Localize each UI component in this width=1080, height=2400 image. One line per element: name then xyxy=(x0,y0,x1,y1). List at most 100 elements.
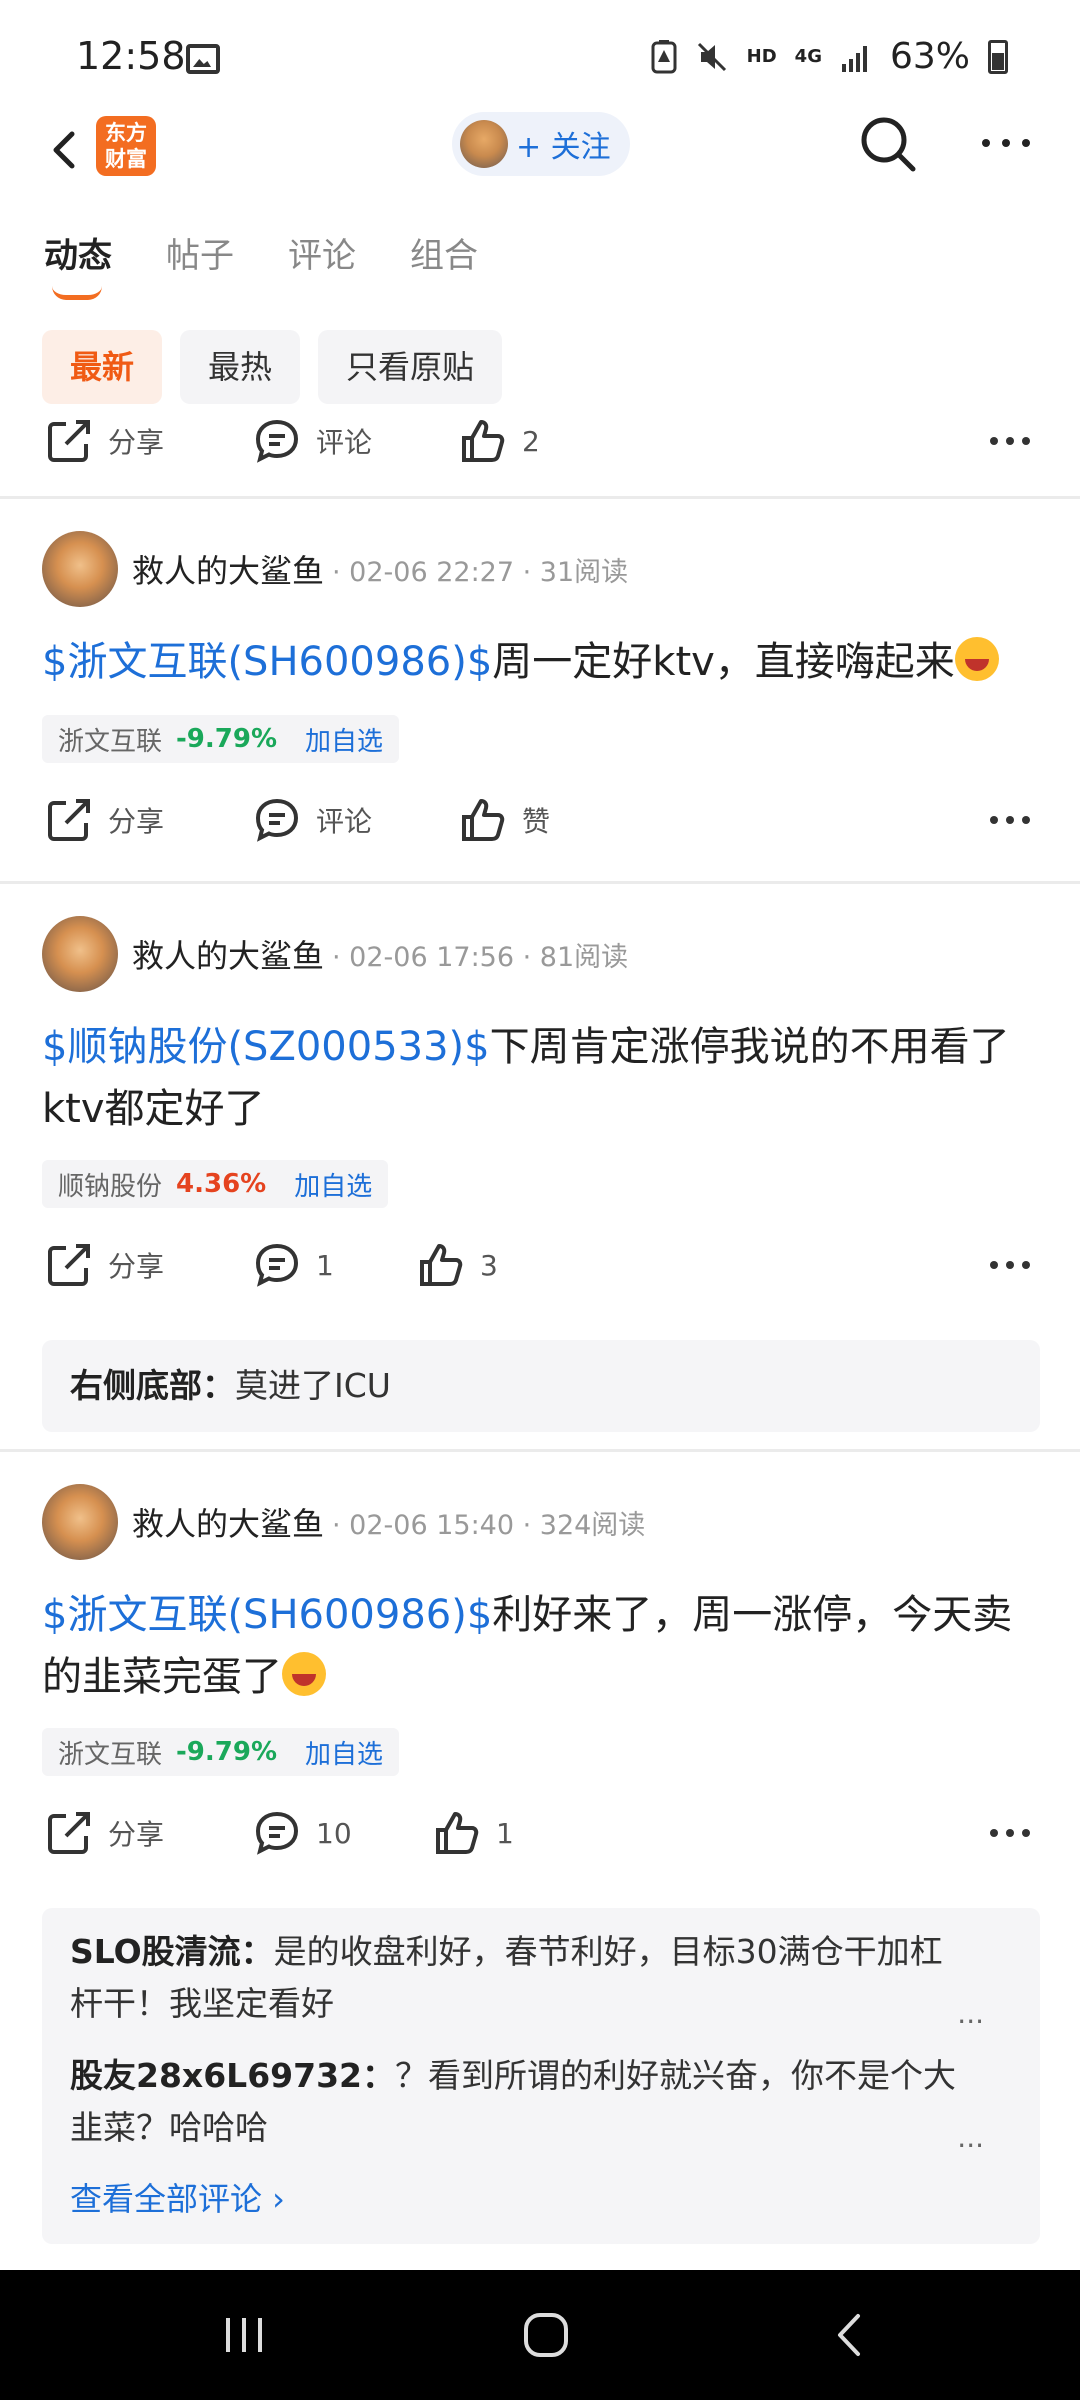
profile-tabs: 动态 帖子 评论 组合 xyxy=(44,228,478,277)
tab-posts[interactable]: 帖子 xyxy=(166,228,234,277)
stock-tag-change: 4.36% xyxy=(176,1169,267,1199)
filter-original-only[interactable]: 只看原贴 xyxy=(318,330,503,404)
app-header: 东方财富 + 关注 xyxy=(0,100,1080,200)
post-text: $浙文互联(SH600986)$利好来了，周一涨停，今天卖的韭菜完蛋了 xyxy=(42,1584,1042,1708)
app-logo: 东方财富 xyxy=(96,116,156,176)
share-button[interactable]: 分享 xyxy=(44,1240,164,1290)
tab-portfolio[interactable]: 组合 xyxy=(410,228,478,277)
share-label: 分享 xyxy=(108,1250,165,1283)
share-button[interactable]: 分享 xyxy=(44,795,164,845)
stock-tag-name: 浙文互联 xyxy=(58,726,163,757)
back-nav-icon[interactable] xyxy=(820,2308,880,2362)
post-text: $浙文互联(SH600986)$周一定好ktv，直接嗨起来 xyxy=(42,631,1042,693)
post-author-row: 救人的大鲨鱼 · 02-06 22:27 · 31阅读 xyxy=(42,531,628,607)
laughing-emoji-icon xyxy=(282,1652,326,1696)
author-name[interactable]: 救人的大鲨鱼 xyxy=(132,1499,324,1545)
author-avatar[interactable] xyxy=(42,916,118,992)
more-options-icon[interactable] xyxy=(976,128,1036,158)
post-body: 周一定好ktv，直接嗨起来 xyxy=(492,639,955,685)
post-author-row: 救人的大鲨鱼 · 02-06 15:40 · 324阅读 xyxy=(42,1484,645,1560)
filter-latest[interactable]: 最新 xyxy=(42,330,163,404)
expand-comment-icon[interactable]: ... xyxy=(957,2112,984,2164)
like-button[interactable]: 1 xyxy=(432,1808,514,1858)
more-icon[interactable] xyxy=(988,813,1032,827)
battery-icon xyxy=(988,39,1008,74)
stock-tag[interactable]: 浙文互联 -9.79% 加自选 xyxy=(42,1728,400,1776)
share-button[interactable]: 分享 xyxy=(44,1808,164,1858)
stock-link[interactable]: $顺钠股份(SZ000533)$ xyxy=(42,1024,490,1070)
stock-link[interactable]: $浙文互联(SH600986)$ xyxy=(42,1592,492,1638)
recent-apps-icon[interactable] xyxy=(214,2308,274,2362)
stock-tag-change: -9.79% xyxy=(176,724,278,754)
comment-button[interactable]: 10 xyxy=(252,1808,352,1858)
share-label: 分享 xyxy=(108,1818,165,1851)
search-icon[interactable] xyxy=(858,114,918,174)
like-count: 2 xyxy=(522,424,540,458)
post-meta: · 02-06 15:40 · 324阅读 xyxy=(332,1509,646,1541)
post-actions-top: 分享 评论 2 xyxy=(0,400,1080,496)
post-card[interactable]: 救人的大鲨鱼 · 02-06 15:40 · 324阅读 $浙文互联(SH600… xyxy=(0,1452,1080,2270)
author-avatar[interactable] xyxy=(42,1484,118,1560)
stock-link[interactable]: $浙文互联(SH600986)$ xyxy=(42,639,492,685)
battery-percent: 63% xyxy=(889,36,970,77)
thumbs-up-icon xyxy=(462,799,505,841)
add-watchlist-button[interactable]: 加自选 xyxy=(305,721,383,758)
share-icon xyxy=(48,1812,90,1854)
share-icon xyxy=(48,420,90,462)
comment-user[interactable]: 股友28x6L69732： xyxy=(70,2056,395,2095)
user-avatar-small xyxy=(460,120,508,168)
post-card[interactable]: 救人的大鲨鱼 · 02-06 17:56 · 81阅读 $顺钠股份(SZ0005… xyxy=(0,884,1080,1449)
post-text: $顺钠股份(SZ000533)$下周肯定涨停我说的不用看了ktv都定好了 xyxy=(42,1016,1042,1140)
view-all-comments-link[interactable]: 查看全部评论 › xyxy=(70,2174,1012,2220)
back-arrow-icon[interactable] xyxy=(36,120,96,180)
like-button[interactable]: 3 xyxy=(416,1240,498,1290)
comment-preview-box[interactable]: SLO股清流：是的收盘利好，春节利好，目标30满仓干加杠杆干！我坚定看好 ...… xyxy=(42,1908,1040,2244)
stock-tag-name: 顺钠股份 xyxy=(58,1171,163,1202)
comment-icon xyxy=(255,798,299,842)
share-button[interactable]: 分享 xyxy=(44,416,164,466)
post-actions: 分享 1 3 xyxy=(0,1240,1080,1320)
like-count: 3 xyxy=(480,1248,498,1282)
more-icon[interactable] xyxy=(988,1258,1032,1272)
follow-button[interactable]: + 关注 xyxy=(452,112,630,176)
network-4g-indicator: 4G xyxy=(794,46,822,67)
comment-user[interactable]: 右侧底部： xyxy=(70,1366,235,1405)
post-card[interactable]: 救人的大鲨鱼 · 02-06 22:27 · 31阅读 $浙文互联(SH6009… xyxy=(0,499,1080,881)
comment-count: 10 xyxy=(316,1816,352,1850)
tab-comments[interactable]: 评论 xyxy=(288,228,356,277)
feed-list: 分享 评论 2 救人的大鲨鱼 · 02-06 22:27 · 31阅读 $浙文互… xyxy=(0,400,1080,2270)
author-avatar[interactable] xyxy=(42,531,118,607)
author-name[interactable]: 救人的大鲨鱼 xyxy=(132,931,324,977)
comment-icon xyxy=(255,419,299,463)
comment-preview: SLO股清流：是的收盘利好，春节利好，目标30满仓干加杠杆干！我坚定看好 ... xyxy=(70,1926,1012,2050)
like-button[interactable]: 赞 xyxy=(458,795,550,845)
thumbs-up-icon xyxy=(462,420,505,462)
comment-button[interactable]: 1 xyxy=(252,1240,334,1290)
add-watchlist-button[interactable]: 加自选 xyxy=(305,1734,383,1771)
comment-button[interactable]: 评论 xyxy=(252,416,372,466)
mute-icon xyxy=(697,42,726,71)
stock-tag[interactable]: 浙文互联 -9.79% 加自选 xyxy=(42,715,400,763)
post-actions: 分享 评论 赞 xyxy=(0,795,1080,875)
comment-user[interactable]: SLO股清流： xyxy=(70,1932,274,1971)
add-watchlist-button[interactable]: 加自选 xyxy=(294,1166,372,1203)
home-icon[interactable] xyxy=(516,2308,576,2362)
more-icon[interactable] xyxy=(988,434,1032,448)
comment-count: 评论 xyxy=(316,426,373,459)
filter-hottest[interactable]: 最热 xyxy=(180,330,301,404)
comment-preview-box[interactable]: 右侧底部：莫进了ICU xyxy=(42,1340,1040,1432)
comment-icon xyxy=(255,1243,299,1287)
status-icons: HD 4G 63% xyxy=(651,36,1008,77)
stock-tag[interactable]: 顺钠股份 4.36% 加自选 xyxy=(42,1160,389,1208)
author-name[interactable]: 救人的大鲨鱼 xyxy=(132,546,324,592)
comment-icon xyxy=(255,1811,299,1855)
comment-preview: 股友28x6L69732：？看到所谓的利好就兴奋，你不是个大韭菜？哈哈哈 ... xyxy=(70,2050,1012,2174)
comment-button[interactable]: 评论 xyxy=(252,795,372,845)
comment-preview: 右侧底部：莫进了ICU xyxy=(70,1360,1012,1412)
more-icon[interactable] xyxy=(988,1826,1032,1840)
expand-comment-icon[interactable]: ... xyxy=(957,1988,984,2040)
tab-dynamics[interactable]: 动态 xyxy=(44,228,112,277)
like-button[interactable]: 2 xyxy=(458,416,540,466)
hd-indicator: HD xyxy=(746,46,777,67)
like-label: 赞 xyxy=(522,805,551,838)
